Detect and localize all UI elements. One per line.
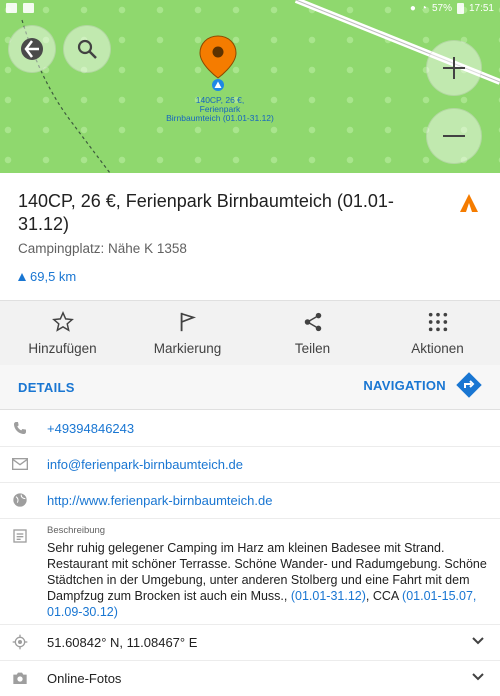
coordinates-value: 51.60842° N, 11.08467° E — [47, 635, 198, 650]
online-photos-label: Online-Fotos — [47, 671, 122, 686]
distance: 69,5 km — [18, 269, 76, 284]
navigation-label: NAVIGATION — [363, 377, 446, 393]
camera-icon — [13, 672, 27, 684]
globe-icon — [13, 493, 27, 507]
website-row[interactable]: http://www.ferienpark-birnbaumteich.de — [0, 482, 500, 519]
back-compass-icon — [21, 38, 43, 60]
poi-label-line: Birnbaumteich (01.01-31.12) — [166, 113, 274, 123]
status-bar: ● ◔ 57% 17:51 — [0, 0, 500, 18]
flag-icon — [180, 312, 196, 331]
marker-button[interactable]: Markierung — [125, 301, 250, 365]
coordinates-row[interactable]: 51.60842° N, 11.08467° E — [0, 624, 500, 661]
place-subtitle: Campingplatz: Nähe K 1358 — [18, 241, 187, 256]
details-navigation-bar: DETAILS NAVIGATION — [0, 365, 500, 410]
direction-arrow-icon — [18, 272, 26, 281]
distance-value: 69,5 km — [30, 269, 77, 284]
phone-row[interactable]: +49394846243 — [0, 410, 500, 447]
share-button[interactable]: Teilen — [250, 301, 375, 365]
mail-notification-icon — [23, 3, 34, 13]
zoom-out-icon — [443, 135, 465, 137]
chevron-down-icon[interactable] — [472, 672, 484, 682]
navigation-turn-icon — [456, 372, 482, 398]
map-view[interactable]: 140CP, 26 €, Ferienpark Birnbaumteich (0… — [0, 0, 500, 173]
description-text: Sehr ruhig gelegener Camping im Harz am … — [47, 540, 487, 620]
zoom-out-button[interactable] — [426, 108, 482, 164]
description-date-link[interactable]: (01.01-31.12) — [291, 589, 366, 603]
battery-icon — [456, 3, 464, 14]
navigation-button[interactable]: NAVIGATION — [363, 372, 482, 398]
search-icon — [77, 39, 97, 59]
more-actions-button[interactable]: Aktionen — [375, 301, 500, 365]
crosshair-location-icon — [12, 634, 28, 650]
place-title: 140CP, 26 €, Ferienpark Birnbaumteich (0… — [18, 191, 394, 234]
star-outline-icon — [51, 310, 74, 332]
email-row[interactable]: info@ferienpark-birnbaumteich.de — [0, 446, 500, 483]
phone-icon — [14, 422, 26, 434]
description-mid: , CCA — [365, 589, 403, 603]
notification-icon — [6, 3, 17, 13]
description-icon — [13, 529, 27, 543]
chevron-down-icon[interactable] — [472, 636, 484, 646]
action-bar: Hinzufügen Markierung Teilen Aktionen — [0, 300, 500, 366]
search-button[interactable] — [63, 25, 111, 73]
description-row: Beschreibung Sehr ruhig gelegener Campin… — [0, 518, 500, 625]
clock: 17:51 — [468, 3, 494, 14]
back-compass-button[interactable] — [8, 25, 56, 73]
description-label: Beschreibung — [47, 525, 106, 536]
details-tab[interactable]: DETAILS — [18, 380, 75, 395]
email-icon — [12, 458, 28, 470]
zoom-in-button[interactable] — [426, 40, 482, 96]
add-favorite-button[interactable]: Hinzufügen — [0, 301, 125, 365]
grid-dots-icon — [428, 312, 447, 331]
share-label: Teilen — [294, 340, 331, 356]
more-actions-label: Aktionen — [411, 340, 464, 356]
phone-link[interactable]: +49394846243 — [47, 421, 134, 436]
map-roads — [21, 0, 500, 173]
poi-label: 140CP, 26 €, Ferienpark Birnbaumteich (0… — [150, 96, 290, 123]
share-icon — [304, 312, 321, 331]
poi-marker-icon[interactable] — [198, 34, 238, 92]
location-icon: ● — [409, 3, 416, 14]
add-favorite-label: Hinzufügen — [28, 340, 97, 356]
marker-label: Markierung — [153, 340, 222, 356]
wifi-icon: ◔ — [420, 3, 427, 14]
zoom-in-icon — [443, 57, 465, 79]
battery-level: 57% — [431, 3, 452, 14]
website-link[interactable]: http://www.ferienpark-birnbaumteich.de — [47, 493, 272, 508]
email-link[interactable]: info@ferienpark-birnbaumteich.de — [47, 457, 243, 472]
campsite-tent-icon — [460, 194, 478, 212]
